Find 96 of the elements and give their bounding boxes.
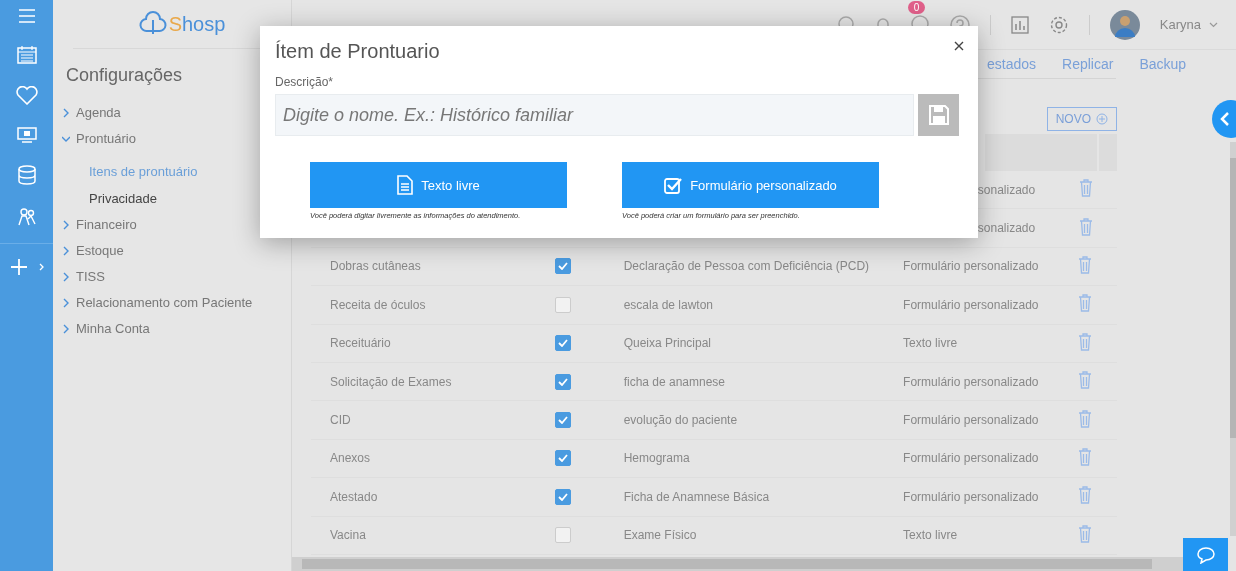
check-icon — [558, 416, 569, 425]
table-cell: Ficha de Anamnese Básica — [623, 489, 770, 504]
close-icon[interactable] — [954, 41, 964, 51]
table-cell: Formulário personalizado — [903, 489, 1039, 504]
modal-title: Ítem de Prontuario — [275, 40, 440, 63]
settings-menu-item[interactable]: Financeiro — [53, 212, 291, 238]
heart-icon[interactable] — [15, 86, 38, 105]
chevron-icon — [62, 271, 70, 282]
table-cell: Formulário personalizado — [903, 374, 1039, 389]
trash-icon[interactable] — [1078, 371, 1093, 390]
database-icon[interactable] — [17, 165, 36, 185]
check-icon — [558, 262, 569, 271]
plus-circle-icon — [1096, 113, 1108, 125]
table-cell: Declaração de Pessoa com Deficiência (PCD) — [623, 259, 870, 274]
document-icon — [397, 175, 414, 195]
trash-icon[interactable] — [1078, 217, 1093, 236]
add-menu-icon[interactable] — [9, 258, 44, 276]
table-cell: Receituário — [330, 336, 391, 351]
tab[interactable]: estados — [987, 56, 1037, 72]
logo-icon — [138, 11, 167, 37]
chevron-icon — [62, 219, 70, 230]
checkbox[interactable] — [555, 296, 572, 313]
checkbox[interactable] — [555, 412, 572, 429]
new-button[interactable]: NOVO — [1046, 107, 1117, 131]
table-cell: Formulário personalizado — [903, 259, 1039, 274]
settings-menu-item[interactable]: TISS — [53, 264, 291, 290]
check-icon — [558, 454, 569, 463]
table-cell: Queixa Principal — [623, 336, 711, 351]
field-label: Descrição* — [275, 75, 335, 89]
chat-button[interactable] — [1183, 538, 1228, 571]
save-button[interactable] — [918, 94, 959, 136]
vertical-scrollbar[interactable] — [1230, 142, 1236, 536]
table-cell: Anexos — [330, 451, 371, 466]
description-field[interactable]: Digite o nome. Ex.: Histórico familiar — [275, 94, 914, 136]
chevron-icon — [62, 245, 70, 256]
option-button[interactable]: Texto livre — [310, 162, 567, 208]
menu-icon[interactable] — [18, 9, 35, 23]
settings-menu-item[interactable]: Estoque — [53, 238, 291, 264]
trash-icon[interactable] — [1078, 332, 1093, 351]
chevron-icon — [62, 323, 70, 334]
horizontal-scrollbar[interactable] — [292, 557, 1186, 571]
settings-menu-item[interactable]: Minha Conta — [53, 316, 291, 342]
check-icon — [558, 377, 569, 386]
checkbox-icon — [664, 176, 683, 194]
trash-icon[interactable] — [1078, 179, 1093, 198]
check-icon — [558, 492, 569, 501]
table-cell: CID — [330, 413, 351, 428]
settings-menu-item[interactable]: Relacionamento com Paciente — [53, 290, 291, 316]
table-cell: Solicitação de Exames — [330, 374, 452, 389]
avatar[interactable] — [1109, 9, 1140, 40]
user-name[interactable]: Karyna — [1159, 17, 1201, 32]
caret-icon[interactable] — [1209, 21, 1218, 28]
checkbox[interactable] — [555, 488, 572, 505]
checkbox[interactable] — [555, 527, 572, 544]
notification-badge: 0 — [907, 0, 926, 14]
chevron-icon — [62, 107, 70, 118]
table-cell: Formulário personalizado — [903, 451, 1039, 466]
table-cell: Formulário personalizado — [903, 297, 1039, 312]
checkbox[interactable] — [555, 373, 572, 390]
option-button[interactable]: Formulário personalizado — [622, 162, 879, 208]
table-cell: Atestado — [330, 489, 378, 504]
checkbox[interactable] — [555, 450, 572, 467]
trash-icon[interactable] — [1078, 486, 1093, 505]
tab[interactable]: Backup — [1139, 56, 1187, 72]
chevron-left-icon — [1220, 111, 1230, 127]
settings-icon[interactable] — [1048, 14, 1069, 35]
table-cell: ficha de anamnese — [623, 374, 726, 389]
tab[interactable]: Replicar — [1062, 56, 1114, 72]
people-icon[interactable] — [16, 207, 37, 227]
table-cell: sonalizado — [977, 221, 1036, 236]
table-cell: Vacina — [330, 528, 366, 543]
trash-icon[interactable] — [1078, 447, 1093, 466]
trash-icon[interactable] — [1078, 524, 1093, 543]
table-cell: Dobras cutâneas — [330, 259, 421, 274]
table-cell: Formulário personalizado — [903, 413, 1039, 428]
table-cell: Texto livre — [903, 528, 958, 543]
trash-icon[interactable] — [1078, 255, 1093, 274]
chart-icon[interactable] — [1010, 15, 1029, 34]
chat-bubble-icon — [1195, 545, 1216, 564]
table-cell: escala de lawton — [623, 297, 714, 312]
chevron-icon — [62, 297, 70, 308]
checkbox[interactable] — [555, 335, 572, 352]
table-cell: Texto livre — [903, 336, 958, 351]
table-cell: Exame Físico — [623, 528, 697, 543]
scrollbar-thumb[interactable] — [1230, 158, 1236, 438]
trash-icon[interactable] — [1078, 409, 1093, 428]
table-cell: evolução do paciente — [623, 413, 738, 428]
check-icon — [558, 339, 569, 348]
checkbox[interactable] — [555, 258, 572, 275]
calendar-icon[interactable] — [16, 45, 37, 64]
trash-icon[interactable] — [1078, 294, 1093, 313]
table-cell: Hemograma — [623, 451, 690, 466]
money-screen-icon[interactable] — [16, 127, 37, 143]
table-cell: sonalizado — [977, 182, 1036, 197]
brand-name: Shosp — [168, 12, 226, 36]
table-cell: Receita de óculos — [330, 297, 426, 312]
